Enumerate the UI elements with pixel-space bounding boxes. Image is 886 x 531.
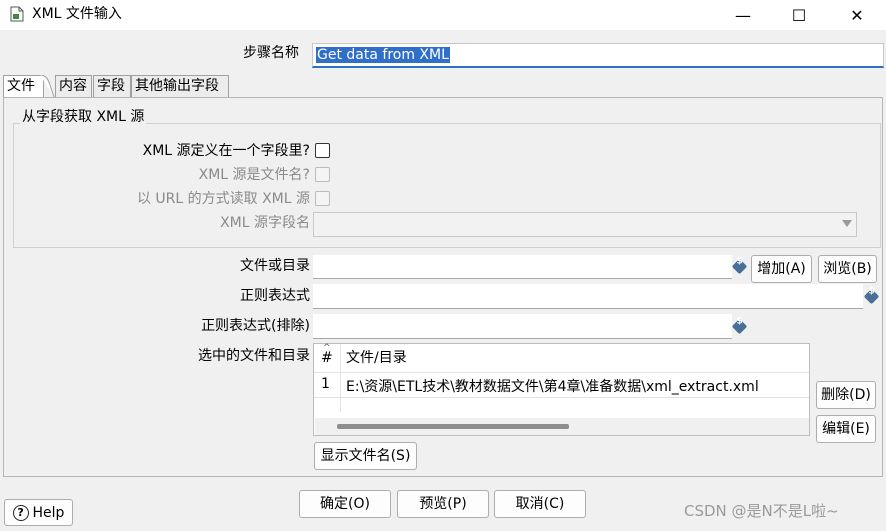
regex-exclude-label: 正则表达式(排除) [201, 318, 310, 334]
tab-other-output-fields[interactable]: 其他输出字段 [131, 75, 229, 97]
tab-file[interactable]: 文件 [3, 75, 44, 98]
table-row[interactable]: 1 E:\资源\ETL技术\教材数据文件\第4章\准备数据\xml_extrac… [314, 373, 809, 397]
source-field-name-combo[interactable] [313, 212, 857, 237]
show-filenames-button[interactable]: 显示文件名(S) [314, 442, 417, 470]
source-in-field-checkbox[interactable] [315, 143, 330, 158]
horizontal-scrollbar[interactable] [315, 418, 809, 435]
row-index: 1 [321, 376, 330, 392]
row-path: E:\资源\ETL技术\教材数据文件\第4章\准备数据\xml_extract.… [346, 379, 759, 395]
step-name-label: 步骤名称 [243, 45, 299, 61]
maximize-button[interactable]: ☐ [776, 0, 822, 30]
tab-fields[interactable]: 字段 [93, 75, 131, 97]
scrollbar-thumb[interactable] [337, 424, 569, 429]
window-title: XML 文件输入 [32, 6, 122, 22]
xml-source-group-title: 从字段获取 XML 源 [20, 108, 147, 126]
browse-button[interactable]: 浏览(B) [818, 255, 877, 283]
delete-button[interactable]: 删除(D) [816, 381, 876, 409]
variable-icon [731, 258, 748, 275]
read-as-url-label: 以 URL 的方式读取 XML 源 [136, 191, 310, 207]
tab-content[interactable]: 内容 [55, 75, 92, 97]
step-name-value: Get data from XML [316, 47, 450, 63]
chevron-down-icon [842, 220, 852, 227]
regex-input[interactable] [313, 284, 863, 309]
sort-caret-icon: ^ [323, 343, 331, 353]
selected-files-label: 选中的文件和目录 [198, 348, 310, 364]
minimize-button[interactable]: — [720, 0, 766, 30]
help-button[interactable]: ? Help [4, 499, 73, 526]
file-or-dir-input[interactable] [313, 255, 732, 279]
tab-slant [40, 75, 55, 98]
source-is-filename-label: XML 源是文件名? [198, 167, 310, 183]
step-name-input[interactable]: Get data from XML [312, 43, 884, 68]
source-field-name-label: XML 源字段名 [220, 215, 310, 231]
help-label: Help [32, 504, 65, 521]
app-icon [10, 6, 24, 22]
row-divider [314, 397, 809, 398]
regex-label: 正则表达式 [240, 288, 310, 304]
cancel-button[interactable]: 取消(C) [494, 490, 586, 518]
watermark: CSDN @是N不是L啦~ [684, 502, 839, 520]
source-in-field-label: XML 源定义在一个字段里? [142, 143, 310, 159]
selected-files-table: # ^ 文件/目录 1 E:\资源\ETL技术\教材数据文件\第4章\准备数据\… [313, 343, 810, 436]
source-is-filename-checkbox[interactable] [315, 167, 330, 182]
variable-icon [731, 318, 748, 335]
column-header-path[interactable]: 文件/目录 [346, 344, 407, 372]
close-button[interactable]: ✕ [834, 0, 880, 30]
ok-button[interactable]: 确定(O) [299, 490, 391, 518]
add-button[interactable]: 增加(A) [751, 255, 812, 283]
edit-button[interactable]: 编辑(E) [816, 415, 876, 443]
regex-exclude-input[interactable] [313, 314, 732, 339]
help-icon: ? [12, 504, 29, 521]
read-as-url-checkbox[interactable] [315, 191, 330, 206]
file-or-dir-label: 文件或目录 [240, 258, 310, 274]
variable-icon [863, 288, 880, 305]
preview-button[interactable]: 预览(P) [397, 490, 489, 518]
